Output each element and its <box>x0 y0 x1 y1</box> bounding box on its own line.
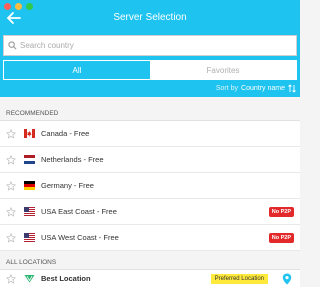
favorite-star-icon[interactable] <box>6 154 16 165</box>
flag-netherlands-icon <box>24 155 35 164</box>
flag-germany-icon <box>24 181 35 190</box>
search-box[interactable] <box>3 35 297 56</box>
favorite-star-icon[interactable] <box>6 206 16 217</box>
section-all-locations: ALL LOCATIONS <box>0 256 300 270</box>
tab-all[interactable]: All <box>4 61 150 79</box>
favorite-star-icon[interactable] <box>6 232 16 243</box>
sort-order-icon[interactable] <box>288 84 296 93</box>
server-row-usa-east[interactable]: USA East Coast - Free No P2P <box>0 199 300 225</box>
search-input[interactable] <box>20 41 290 50</box>
tab-bar: All Favorites <box>3 60 297 80</box>
server-name: Netherlands - Free <box>41 155 104 164</box>
sort-value: Country name <box>241 85 285 92</box>
server-row-canada[interactable]: Canada - Free <box>0 121 300 147</box>
favorite-star-icon[interactable] <box>6 128 16 139</box>
favorite-star-icon[interactable] <box>6 273 16 284</box>
favorite-star-icon[interactable] <box>6 180 16 191</box>
server-name: Best Location <box>41 274 91 283</box>
no-p2p-badge: No P2P <box>268 206 294 217</box>
server-name: USA West Coast - Free <box>41 233 119 242</box>
tab-favorites[interactable]: Favorites <box>150 61 296 79</box>
server-name: Germany - Free <box>41 181 94 190</box>
recommended-list: Canada - Free Netherlands - Free Germany… <box>0 121 300 251</box>
search-icon <box>8 41 17 50</box>
location-pin-icon <box>282 273 292 284</box>
sort-label: Sort by <box>215 85 239 92</box>
server-row-germany[interactable]: Germany - Free <box>0 173 300 199</box>
preferred-location-badge: Preferred Location <box>210 273 268 284</box>
server-row-netherlands[interactable]: Netherlands - Free <box>0 147 300 173</box>
section-recommended: RECOMMENDED <box>0 107 300 121</box>
zoom-window-button[interactable] <box>26 3 33 10</box>
server-name: USA East Coast - Free <box>41 207 117 216</box>
no-p2p-badge: No P2P <box>268 232 294 243</box>
flag-usa-icon <box>24 233 35 242</box>
sort-control[interactable]: Sort by Country name <box>216 84 296 93</box>
window-controls <box>4 3 33 10</box>
server-row-best-location[interactable]: Best Location Preferred Location <box>0 270 300 287</box>
flag-canada-icon <box>24 129 35 138</box>
minimize-window-button[interactable] <box>15 3 22 10</box>
page-title: Server Selection <box>113 12 187 23</box>
flag-usa-icon <box>24 207 35 216</box>
server-name: Canada - Free <box>41 129 90 138</box>
close-window-button[interactable] <box>4 3 11 10</box>
all-locations-list: Best Location Preferred Location <box>0 270 300 287</box>
server-row-usa-west[interactable]: USA West Coast - Free No P2P <box>0 225 300 251</box>
best-location-icon <box>24 275 35 283</box>
header-bar: Server Selection All Favorites Sort by C… <box>0 0 300 97</box>
